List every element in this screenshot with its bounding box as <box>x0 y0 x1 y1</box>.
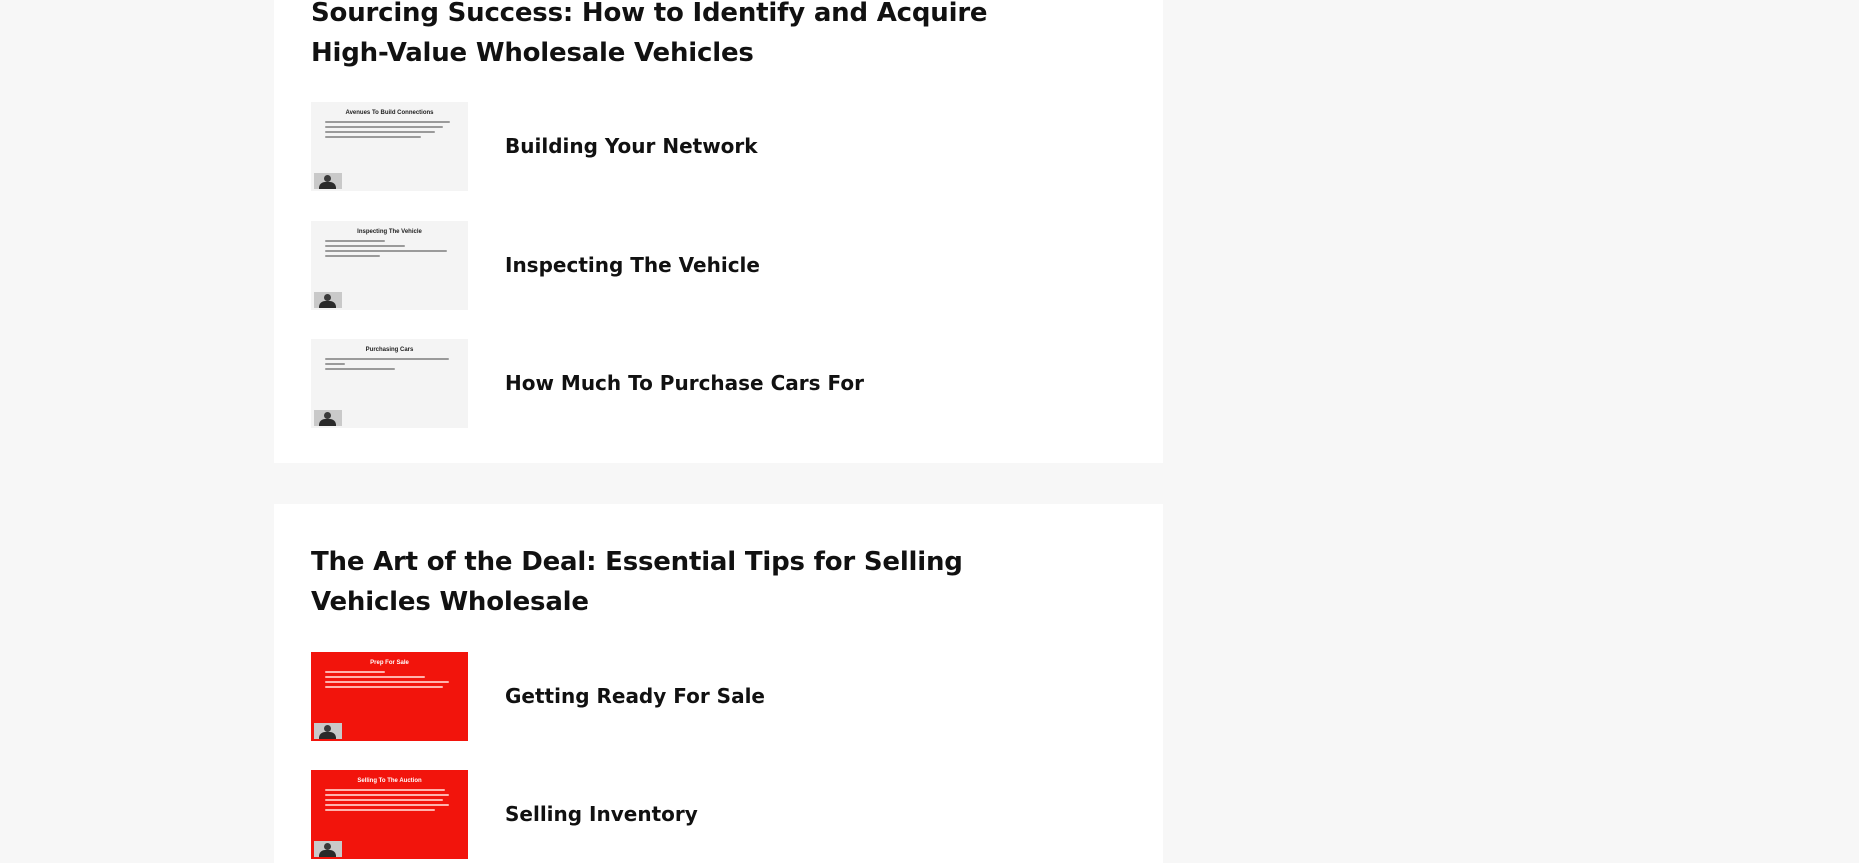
lesson-item[interactable]: Avenues To Build Connections Building Yo… <box>311 102 1131 191</box>
lesson-title[interactable]: How Much To Purchase Cars For <box>505 339 864 428</box>
lesson-title[interactable]: Building Your Network <box>505 102 758 191</box>
lesson-item[interactable]: Selling To The Auction Selling Inventory <box>311 770 1131 859</box>
lesson-thumbnail[interactable]: Avenues To Build Connections <box>311 102 468 191</box>
presenter-avatar <box>314 841 342 857</box>
lesson-title[interactable]: Getting Ready For Sale <box>505 652 765 741</box>
presenter-avatar <box>314 410 342 426</box>
thumbnail-bullet-lines <box>325 240 455 260</box>
module-card: Sourcing Success: How to Identify and Ac… <box>274 0 1163 463</box>
thumbnail-bullet-lines <box>325 358 455 373</box>
thumbnail-slide-title: Avenues To Build Connections <box>345 110 434 116</box>
presenter-avatar <box>314 723 342 739</box>
lesson-item[interactable]: Inspecting The Vehicle Inspecting The Ve… <box>311 221 1131 310</box>
module-title: Sourcing Success: How to Identify and Ac… <box>311 0 988 68</box>
thumbnail-bullet-lines <box>325 671 455 691</box>
lesson-thumbnail[interactable]: Purchasing Cars <box>311 339 468 428</box>
thumbnail-slide-title: Prep For Sale <box>370 660 409 666</box>
lesson-thumbnail[interactable]: Selling To The Auction <box>311 770 468 859</box>
thumbnail-slide-title: Inspecting The Vehicle <box>357 229 422 235</box>
lesson-item[interactable]: Purchasing Cars How Much To Purchase Car… <box>311 339 1131 428</box>
module-title: The Art of the Deal: Essential Tips for … <box>311 547 963 617</box>
lesson-thumbnail[interactable]: Inspecting The Vehicle <box>311 221 468 310</box>
lesson-item[interactable]: Prep For Sale Getting Ready For Sale <box>311 652 1131 741</box>
course-page: Sourcing Success: How to Identify and Ac… <box>0 0 1859 863</box>
thumbnail-slide-title: Selling To The Auction <box>357 778 422 784</box>
thumbnail-slide-title: Purchasing Cars <box>365 347 414 353</box>
presenter-avatar <box>314 292 342 308</box>
module-card: The Art of the Deal: Essential Tips for … <box>274 504 1163 863</box>
lesson-title[interactable]: Inspecting The Vehicle <box>505 221 760 310</box>
thumbnail-bullet-lines <box>325 789 455 814</box>
thumbnail-bullet-lines <box>325 121 455 141</box>
lesson-title[interactable]: Selling Inventory <box>505 770 698 859</box>
lesson-thumbnail[interactable]: Prep For Sale <box>311 652 468 741</box>
presenter-avatar <box>314 173 342 189</box>
